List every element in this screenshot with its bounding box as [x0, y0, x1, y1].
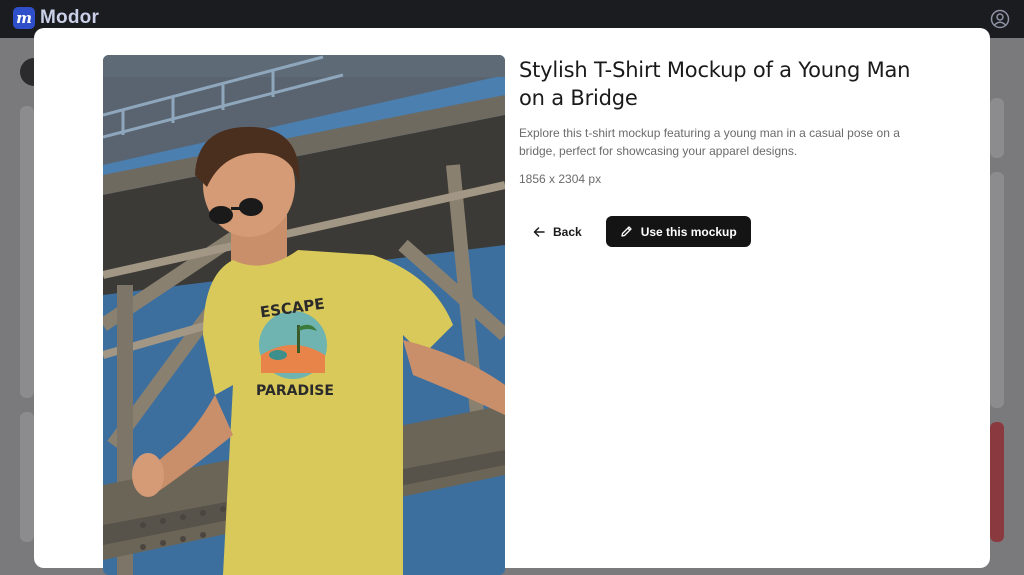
bg-card — [20, 106, 34, 398]
mockup-details: Stylish T-Shirt Mockup of a Young Man on… — [519, 56, 939, 247]
mockup-description: Explore this t-shirt mockup featuring a … — [519, 126, 900, 158]
back-button[interactable]: Back — [519, 217, 596, 247]
bg-card — [20, 412, 34, 542]
brand[interactable]: m Modor — [13, 7, 99, 29]
mockup-dimensions: 1856 x 2304 px — [519, 172, 602, 186]
mockup-preview-image: ESCAPE PARADISE — [103, 55, 505, 575]
back-button-label: Back — [553, 224, 582, 239]
use-mockup-button[interactable]: Use this mockup — [605, 216, 751, 247]
pencil-icon — [621, 226, 632, 237]
brand-name: Modor — [40, 7, 100, 28]
use-mockup-button-label: Use this mockup — [640, 224, 737, 239]
bg-card — [990, 172, 1004, 408]
arrow-left-icon — [533, 226, 545, 237]
mockup-detail-modal: ESCAPE PARADISE Stylish T-Shirt Mockup o… — [34, 28, 990, 575]
modal-actions: Back Use this mockup — [519, 216, 751, 247]
brand-logo: m — [13, 7, 35, 29]
account-icon[interactable] — [990, 9, 1010, 29]
bg-card — [990, 422, 1004, 542]
shirt-print-bottom: PARADISE — [256, 383, 334, 399]
bg-card — [990, 98, 1004, 158]
mockup-title: Stylish T-Shirt Mockup of a Young Man on… — [519, 58, 911, 110]
